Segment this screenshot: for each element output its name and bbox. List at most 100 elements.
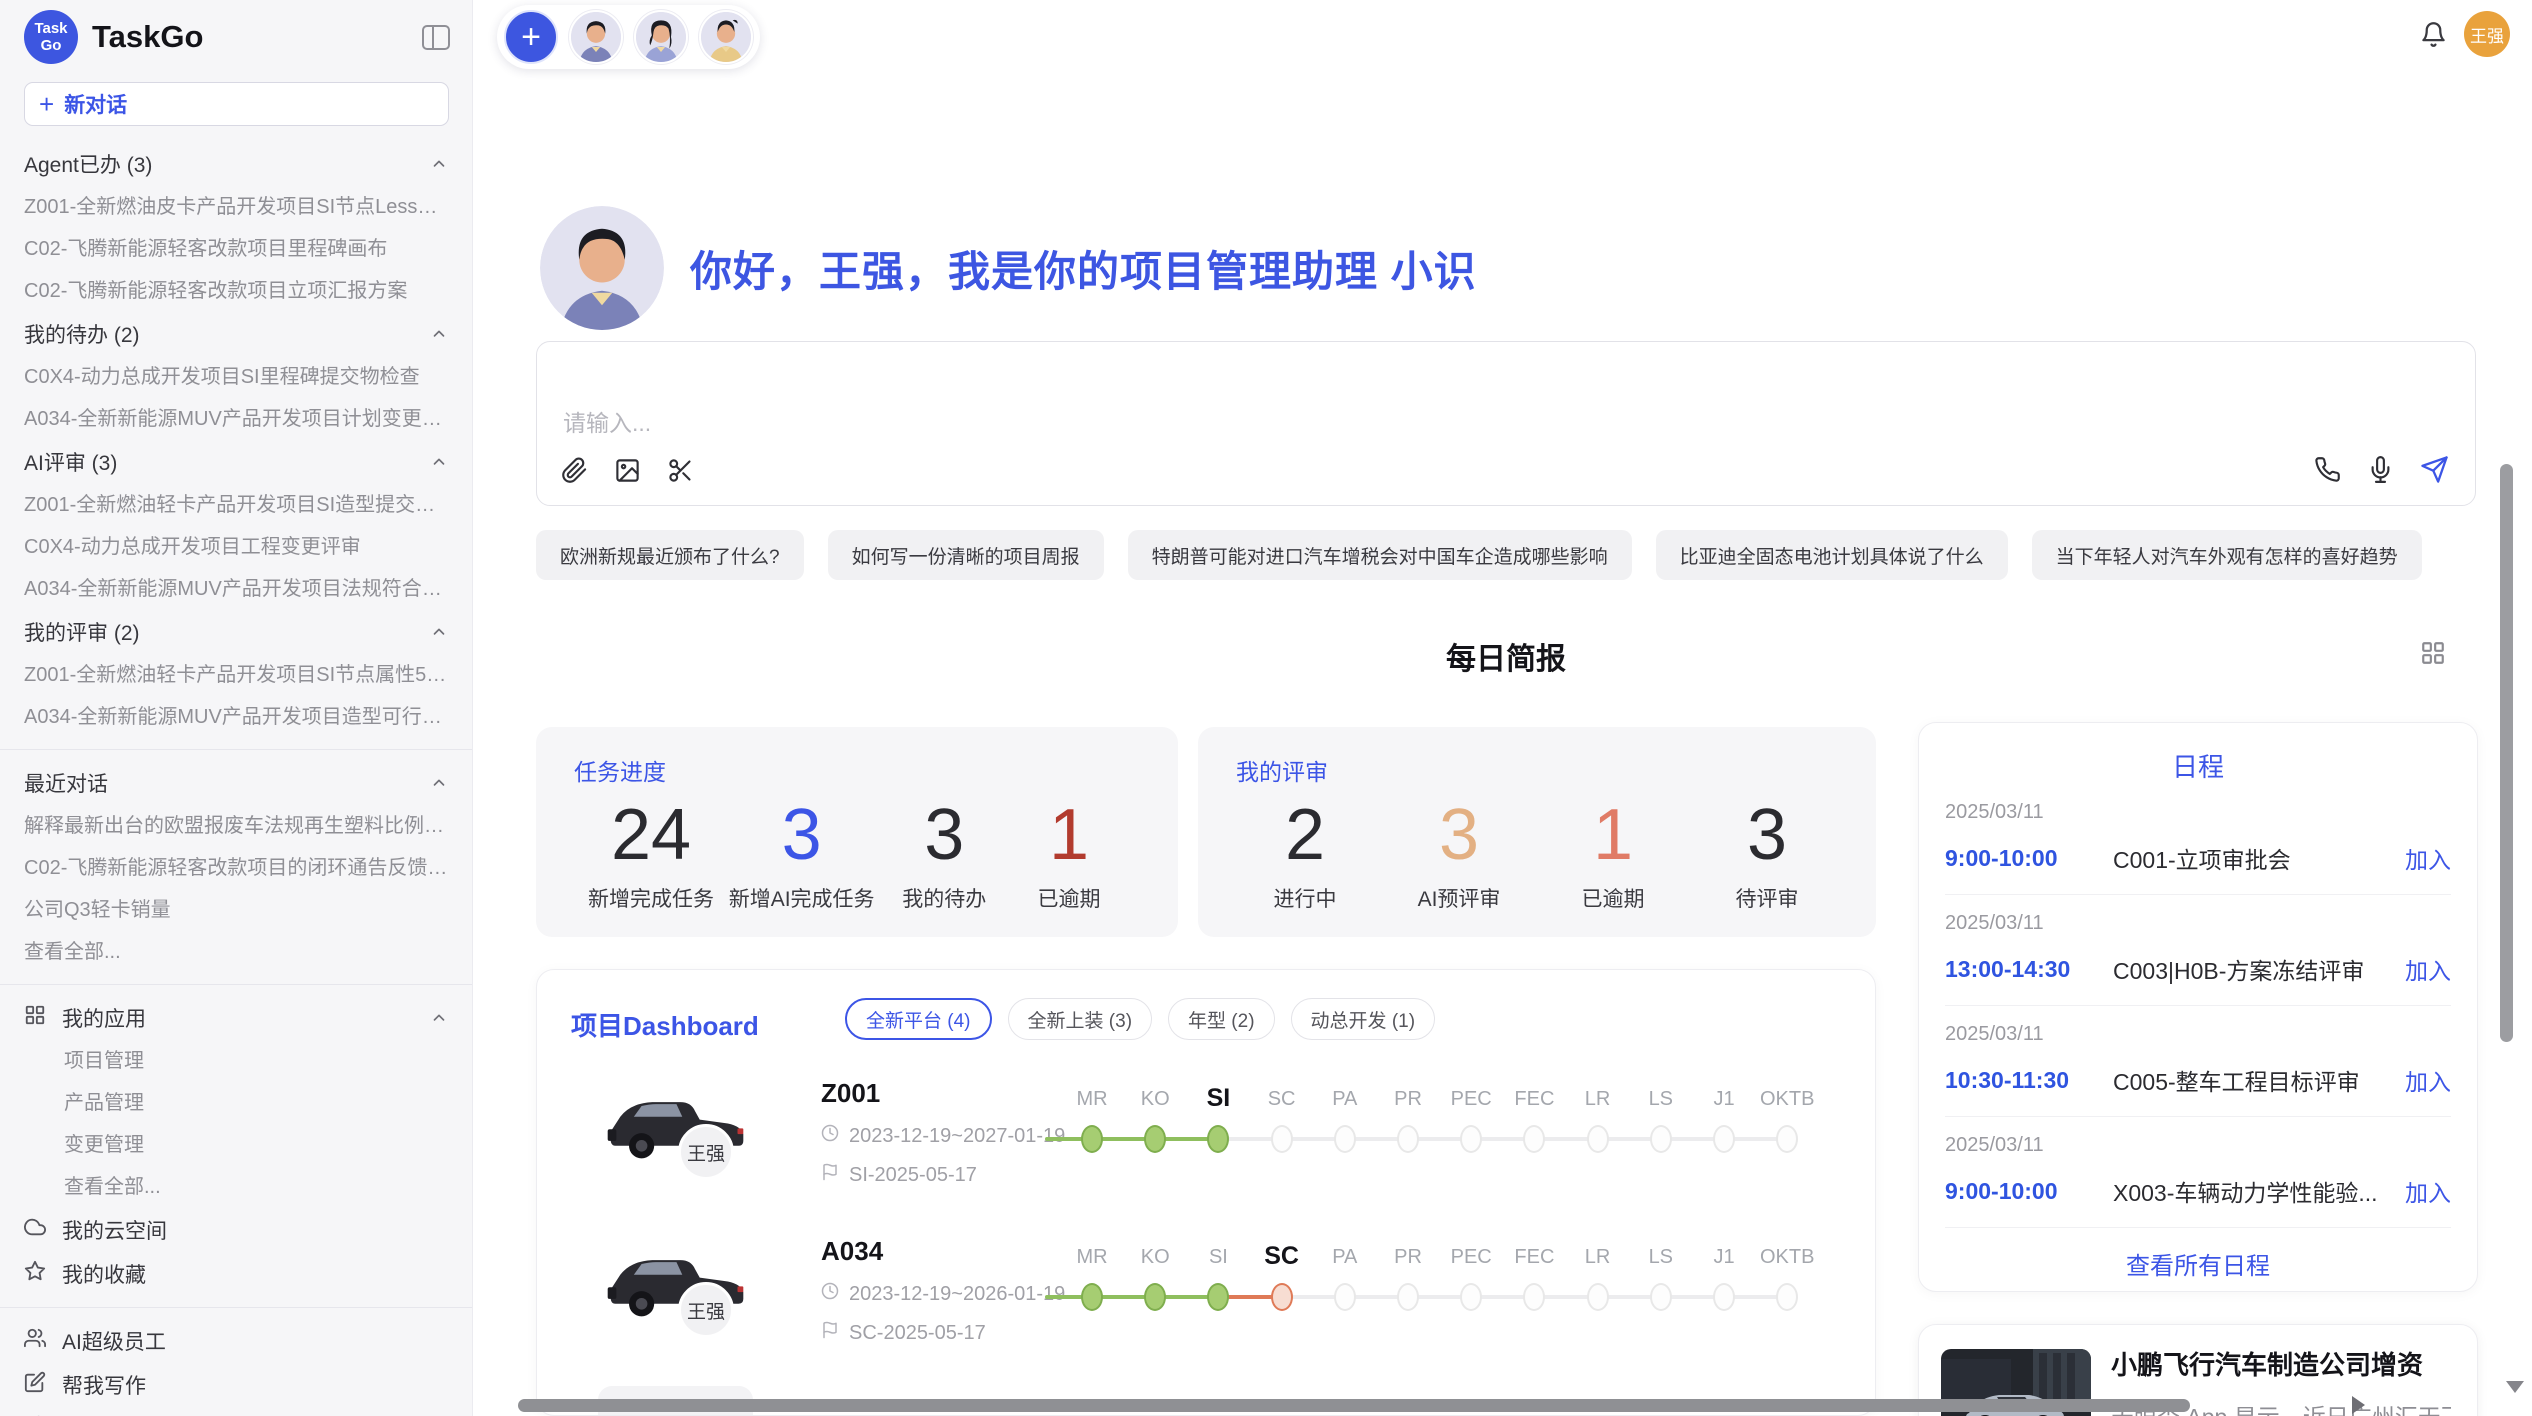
sidebar-item[interactable]: Z001-全新燃油轻卡产品开发项目SI造型提交物评审 [0, 484, 472, 526]
agent-avatar-2[interactable] [634, 10, 688, 64]
scroll-down-arrow-icon[interactable] [2506, 1381, 2524, 1393]
horizontal-scrollbar[interactable] [518, 1399, 2190, 1412]
milestone-dot [1650, 1283, 1672, 1311]
milestone-label: LS [1649, 1246, 1673, 1269]
sidebar-item[interactable]: A034-全新新能源MUV产品开发项目法规符合性评审 [0, 568, 472, 610]
sidebar-section-header[interactable]: 我的评审 (2) [0, 610, 472, 654]
milestone-dot [1271, 1125, 1293, 1153]
project-dashboard-card: 项目Dashboard 全新平台 (4)全新上装 (3)年型 (2)动总开发 (… [536, 969, 1876, 1416]
milestone-dot [1207, 1283, 1229, 1311]
schedule-item: 2025/03/1110:30-11:30C005-整车工程目标评审加入 [1945, 1006, 2451, 1117]
sidebar-collapse-icon[interactable] [422, 25, 450, 50]
attachment-icon[interactable] [561, 457, 588, 489]
image-icon[interactable] [614, 457, 641, 489]
stat-label: 已逾期 [1582, 883, 1645, 913]
join-link[interactable]: 加入 [2405, 841, 2451, 875]
schedule-item: 2025/03/1113:00-14:30C003|H0B-方案冻结评审加入 [1945, 895, 2451, 1006]
recent-chat-item[interactable]: 公司Q3轻卡销量 [0, 889, 472, 931]
suggestion-chip[interactable]: 如何写一份清晰的项目周报 [828, 530, 1104, 580]
suggestion-chip[interactable]: 比亚迪全固态电池计划具体说了什么 [1656, 530, 2008, 580]
suggestion-chip[interactable]: 当下年轻人对汽车外观有怎样的喜好趋势 [2032, 530, 2422, 580]
new-chat-button[interactable]: + 新对话 [24, 82, 449, 126]
app-item[interactable]: 项目管理 [0, 1040, 472, 1082]
view-all-link[interactable]: 查看全部... [0, 1166, 472, 1208]
sidebar-item[interactable]: Z001-全新燃油皮卡产品开发项目SI节点Lesson Learn报告 [0, 186, 472, 228]
project-flag-date: SC-2025-05-17 [821, 1321, 1065, 1345]
sidebar-section-header[interactable]: Agent已办 (3) [0, 142, 472, 186]
stats-row: 任务进度24新增完成任务3新增AI完成任务3我的待办1已逾期我的评审2进行中3A… [536, 727, 1876, 937]
recent-chats-header[interactable]: 最近对话 [0, 761, 472, 805]
agent-avatar-1[interactable] [569, 10, 623, 64]
favorites-label: 我的收藏 [62, 1259, 146, 1289]
sidebar-item[interactable]: C02-飞腾新能源轻客改款项目立项汇报方案 [0, 270, 472, 312]
view-all-link[interactable]: 查看全部... [0, 931, 472, 973]
mic-icon[interactable] [2367, 456, 2394, 488]
scroll-right-arrow-icon[interactable] [2352, 1396, 2365, 1414]
join-link[interactable]: 加入 [2405, 952, 2451, 986]
milestone-dot [1713, 1125, 1735, 1153]
dashboard-tab[interactable]: 动总开发 (1) [1291, 998, 1436, 1040]
milestone-label: PA [1332, 1246, 1357, 1269]
milestone-dot [1144, 1125, 1166, 1153]
sidebar-item[interactable]: A034-全新新能源MUV产品开发项目造型可行性评审 [0, 696, 472, 738]
recent-chat-item[interactable]: 解释最新出台的欧盟报废车法规再生塑料比例被调至15%... [0, 805, 472, 847]
add-agent-button[interactable]: + [504, 10, 558, 64]
recent-chat-item[interactable]: C02-飞腾新能源轻客改款项目的闭环通告反馈情况 [0, 847, 472, 889]
project-row: 王强Z0012023-12-19~2027-01-19SI-2025-05-17… [537, 1074, 1876, 1232]
scissors-icon[interactable] [667, 457, 694, 489]
flag-icon [821, 1163, 839, 1187]
milestone-timeline: MRKOSISCPAPRPECFECLRLSJ1OKTB [1037, 1238, 1847, 1358]
vertical-scrollbar[interactable] [2500, 464, 2513, 1042]
milestone-dot [1081, 1125, 1103, 1153]
sidebar-item[interactable]: Z001-全新燃油轻卡产品开发项目SI节点属性5D文件评审 [0, 654, 472, 696]
dashboard-tab[interactable]: 全新平台 (4) [845, 998, 992, 1040]
app-item[interactable]: 变更管理 [0, 1124, 472, 1166]
schedule-time: 9:00-10:00 [1945, 845, 2113, 872]
sidebar-item[interactable]: C0X4-动力总成开发项目工程变更评审 [0, 526, 472, 568]
sidebar-item-favorites[interactable]: 我的收藏 [0, 1252, 472, 1296]
app-item[interactable]: 产品管理 [0, 1082, 472, 1124]
stat-value: 24 [611, 789, 691, 881]
milestone-label: KO [1141, 1246, 1170, 1269]
stat-value: 1 [1593, 789, 1633, 881]
daily-brief-title: 每日简报 [536, 634, 2476, 678]
milestone-label: LR [1585, 1246, 1611, 1269]
app-window: Task Go TaskGo + 新对话 Agent已办 (3)Z001-全新燃… [0, 0, 2532, 1416]
sidebar-section-header[interactable]: 我的待办 (2) [0, 312, 472, 356]
stat-label: 进行中 [1274, 883, 1337, 913]
sidebar-item-cloud-space[interactable]: 我的云空间 [0, 1208, 472, 1252]
phone-icon[interactable] [2314, 456, 2341, 488]
sidebar-item-帮我写作[interactable]: 帮我写作 [0, 1363, 472, 1407]
dashboard-tab[interactable]: 年型 (2) [1168, 998, 1275, 1040]
milestone-label: SI [1207, 1084, 1231, 1113]
sidebar-item-AI超级员工[interactable]: AI超级员工 [0, 1319, 472, 1363]
sidebar-item[interactable]: C02-飞腾新能源轻客改款项目里程碑画布 [0, 228, 472, 270]
my-apps-title: 我的应用 [62, 1003, 146, 1033]
suggestion-chip[interactable]: 特朗普可能对进口汽车增税会对中国车企造成哪些影响 [1128, 530, 1632, 580]
my-apps-header[interactable]: 我的应用 [0, 996, 472, 1040]
dashboard-tab[interactable]: 全新上装 (3) [1008, 998, 1153, 1040]
stat-label: AI预评审 [1418, 883, 1501, 913]
join-link[interactable]: 加入 [2405, 1174, 2451, 1208]
agent-avatar-3[interactable] [699, 10, 753, 64]
send-icon[interactable] [2420, 455, 2449, 489]
logo-text-bottom: Go [41, 37, 62, 54]
milestone-label: J1 [1713, 1088, 1734, 1111]
chat-composer[interactable]: 请输入... [536, 341, 2476, 506]
notification-bell-icon[interactable] [2420, 21, 2447, 53]
suggestion-chip[interactable]: 欧洲新规最近颁布了什么? [536, 530, 804, 580]
milestone-dot [1207, 1125, 1229, 1153]
milestone-dot [1397, 1283, 1419, 1311]
brief-layout-icon[interactable] [2420, 640, 2446, 671]
sidebar-item-创意制图[interactable]: 创意制图 [0, 1407, 472, 1416]
view-all-schedule-link[interactable]: 查看所有日程 [1945, 1228, 2451, 1298]
join-link[interactable]: 加入 [2405, 1063, 2451, 1097]
sidebar-item[interactable]: A034-全新新能源MUV产品开发项目计划变更表编写 [0, 398, 472, 440]
stat-label: 待评审 [1736, 883, 1799, 913]
stat-item: 3我的待办 [889, 789, 999, 913]
sidebar-section-header[interactable]: AI评审 (3) [0, 440, 472, 484]
agent-switcher: + [497, 5, 760, 69]
project-name: Z001 [821, 1078, 1065, 1109]
user-avatar[interactable]: 王强 [2464, 11, 2510, 57]
sidebar-item[interactable]: C0X4-动力总成开发项目SI里程碑提交物检查 [0, 356, 472, 398]
